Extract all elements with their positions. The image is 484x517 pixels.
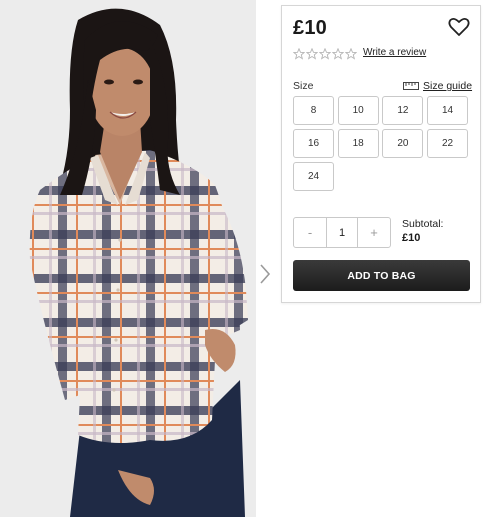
write-review-link[interactable]: Write a review [363,47,426,58]
product-purchase-panel: £10 Write a review Size Size guide 8 10 … [281,5,481,303]
heart-icon[interactable] [448,17,470,37]
quantity-value[interactable]: 1 [326,218,358,247]
size-options: 8 10 12 14 16 18 20 22 24 [293,96,471,191]
size-guide-link[interactable]: Size guide [403,80,472,92]
ruler-icon [403,82,419,90]
quantity-decrement-button[interactable]: - [294,218,326,247]
size-option-10[interactable]: 10 [337,96,379,125]
quantity-stepper: - 1 + [293,217,391,248]
chevron-right-icon[interactable] [258,262,272,286]
subtotal-value: £10 [402,232,421,244]
size-option-20[interactable]: 20 [382,129,424,158]
add-to-bag-button[interactable]: ADD TO BAG [293,260,470,291]
size-option-8[interactable]: 8 [293,96,334,125]
size-option-14[interactable]: 14 [427,96,469,125]
size-option-22[interactable]: 22 [427,129,469,158]
quantity-increment-button[interactable]: + [358,218,390,247]
size-option-24[interactable]: 24 [293,162,334,191]
rating-stars [293,48,357,60]
size-option-12[interactable]: 12 [382,96,424,125]
product-image [0,0,256,517]
size-guide-label: Size guide [423,80,473,92]
star-icon [332,48,344,60]
size-label: Size [293,80,314,92]
star-icon [319,48,331,60]
star-icon [345,48,357,60]
star-icon [293,48,305,60]
product-price: £10 [293,17,327,39]
subtotal-label: Subtotal: [402,218,444,230]
star-icon [306,48,318,60]
size-option-18[interactable]: 18 [337,129,379,158]
size-option-16[interactable]: 16 [293,129,334,158]
